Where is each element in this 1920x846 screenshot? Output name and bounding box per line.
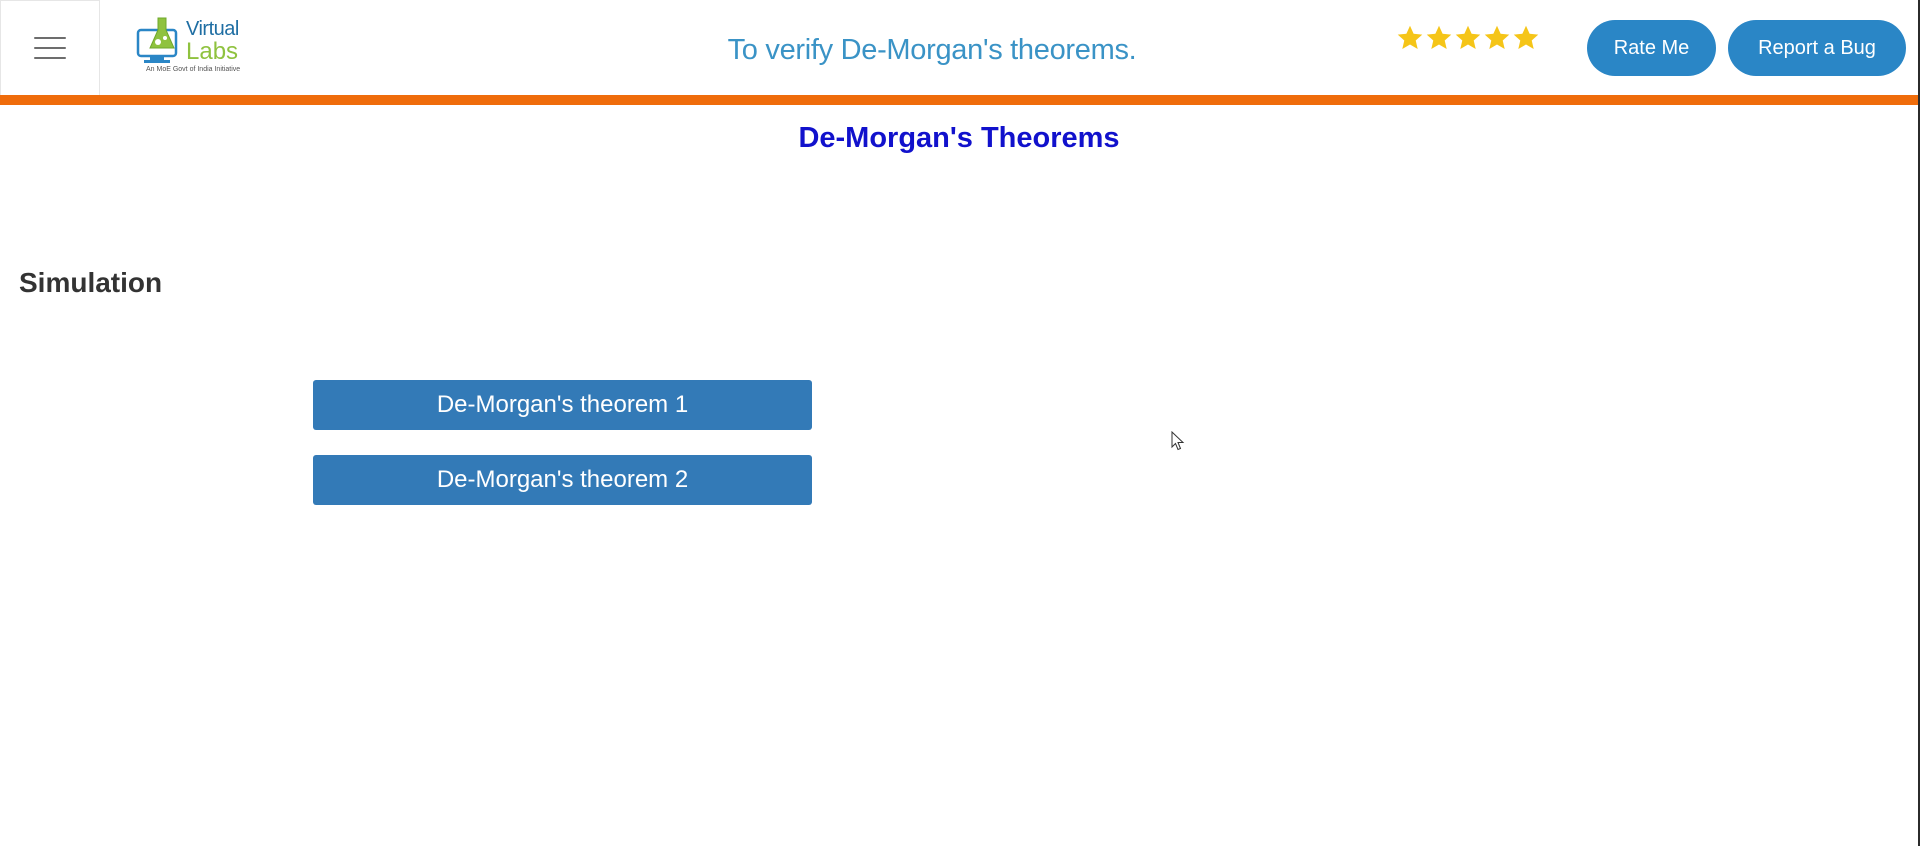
simulation-heading: Simulation [19,267,163,298]
mouse-cursor-icon [1171,431,1185,451]
star-icon[interactable] [1483,24,1511,52]
page-heading: To verify De-Morgan's theorems. [727,34,1137,66]
report-bug-button[interactable]: Report a Bug [1728,20,1906,76]
star-icon[interactable] [1425,24,1453,52]
top-header: Virtual Labs An MoE Govt of India Initia… [0,0,1920,95]
experiment-title: De-Morgan's Theorems [798,122,1120,154]
header-accent-bar [0,95,1920,105]
star-icon[interactable] [1454,24,1482,52]
star-icon[interactable] [1396,24,1424,52]
rating-stars[interactable] [1396,24,1540,52]
logo-tagline: An MoE Govt of India Initiative [146,66,241,73]
rate-me-button[interactable]: Rate Me [1587,20,1716,76]
theorem-2-button[interactable]: De-Morgan's theorem 2 [313,455,812,505]
theorem-1-button[interactable]: De-Morgan's theorem 1 [313,380,812,430]
star-icon[interactable] [1512,24,1540,52]
